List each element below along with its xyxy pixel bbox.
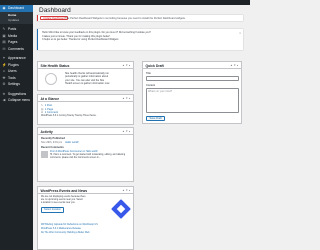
sidebar-item-label: Plugins xyxy=(8,62,19,67)
at-a-glance-widget: At a Glance ▲▼▴ ✎ 1 Post ▤ 1 Page ✉ 1 Commen… xyxy=(37,94,134,125)
widget-title: WordPress Events and News xyxy=(40,188,88,193)
news-link[interactable]: Do The Woo Community: Building a Better … xyxy=(41,231,132,235)
sidebar-item-label: Posts xyxy=(8,27,17,32)
sidebar-item-label: Users xyxy=(8,69,17,74)
sidebar-item-label: Collapse menu xyxy=(8,98,30,103)
sidebar-item-label: Appearance xyxy=(8,56,26,61)
widget-controls-icon[interactable]: ▲▼▴ xyxy=(122,64,131,67)
plugins-icon: ⚡ xyxy=(2,62,7,67)
events-news-widget: WordPress Events and News ▲▼▴ We are not … xyxy=(37,186,134,250)
post-date: Nov 29th, 9:01 pm xyxy=(41,140,63,144)
sidebar-item-label: Media xyxy=(8,33,17,38)
pages-icon: ▤ xyxy=(2,40,6,44)
widget-controls-icon[interactable]: ▲▼▴ xyxy=(122,97,131,100)
feedback-notice: Hello! We'd like to know your feedback o… xyxy=(37,29,243,50)
admin-bar xyxy=(0,0,250,5)
select-location-button[interactable]: Select location xyxy=(41,207,64,214)
notice-line: Hello! We'd like to know your feedback o… xyxy=(42,31,151,34)
appearance-icon: ✦ xyxy=(2,56,6,60)
activity-widget: Activity ▲▼▴ Recently Published Nov 29th,… xyxy=(37,127,134,182)
tools-icon: ✚ xyxy=(2,75,6,80)
events-intro: We are not displaying events because the… xyxy=(41,196,109,206)
submenu-item-updates[interactable]: Updates xyxy=(0,18,33,23)
health-line: Health screen to gather information now. xyxy=(65,82,110,86)
health-status-circle xyxy=(45,73,57,85)
intro-line: a location to see events near you. xyxy=(41,202,76,205)
suggestions-icon: ★ xyxy=(2,91,6,96)
comment-text: Hi, this is a comment. To get started wi… xyxy=(50,153,126,159)
notice-line: It helps us to get better. Thanks for us… xyxy=(42,38,119,41)
sidebar-item-label: Settings xyxy=(8,82,20,87)
notice-text: The Perfect Dashboard Widgets is remindi… xyxy=(65,16,186,20)
widget-title: At a Glance xyxy=(40,96,60,101)
sidebar-item-label: Comments xyxy=(8,46,24,51)
dismiss-icon[interactable]: × xyxy=(239,31,241,35)
widget-title: Activity xyxy=(40,129,53,134)
dashboard-submenu: Home Updates xyxy=(0,11,33,24)
duplicate-notice: Update Dashboard The Perfect Dashboard W… xyxy=(37,15,243,21)
content-label: Content xyxy=(146,84,156,87)
glance-footer: WordPress 6.3.1 running Twenty Twenty-Th… xyxy=(41,114,97,117)
widget-title: Quick Draft xyxy=(145,63,164,68)
draft-content-textarea[interactable]: What's on your mind? xyxy=(146,88,239,113)
admin-sidebar: ◉ Dashboard Home Updates ✎ Posts ▣ Media… xyxy=(0,5,33,250)
widget-controls-icon[interactable]: ▲▼▴ xyxy=(122,130,131,133)
post-link[interactable]: Hello world! xyxy=(65,141,79,145)
sidebar-item-label: Tools xyxy=(8,75,16,80)
media-icon: ▣ xyxy=(2,33,6,38)
users-icon: ☺ xyxy=(2,69,6,73)
draft-title-input[interactable] xyxy=(146,76,239,81)
update-dashboard-button[interactable]: Update Dashboard xyxy=(40,15,68,21)
comments-icon: ✉ xyxy=(2,46,6,51)
sidebar-item-label: Pages xyxy=(8,40,18,45)
site-health-widget: Site Health Status ▲▼▴ Site health checks… xyxy=(37,61,134,91)
recent-comments-heading: Recent Comments xyxy=(41,146,64,150)
widget-controls-icon[interactable]: ▲▼▴ xyxy=(230,64,239,67)
avatar xyxy=(41,150,48,158)
widget-controls-icon[interactable]: ▲▼▴ xyxy=(122,189,131,192)
collapse-icon: ◀ xyxy=(2,98,6,102)
quick-draft-widget: Quick Draft ▲▼▴ Title Content What's on y… xyxy=(142,61,242,124)
sidebar-item-label: Dashboard xyxy=(8,5,25,10)
dashboard-icon: ◉ xyxy=(2,5,6,10)
posts-icon: ✎ xyxy=(2,27,6,31)
sidebar-item-label: Suggestions xyxy=(8,91,27,96)
widget-title: Site Health Status xyxy=(40,63,70,68)
title-label: Title xyxy=(146,72,151,75)
settings-icon: ⚙ xyxy=(2,82,6,86)
page-title: Dashboard xyxy=(39,7,71,14)
sidebar-item-collapse[interactable]: ◀ Collapse menu xyxy=(0,98,33,105)
save-draft-button[interactable]: Save Draft xyxy=(146,116,166,121)
